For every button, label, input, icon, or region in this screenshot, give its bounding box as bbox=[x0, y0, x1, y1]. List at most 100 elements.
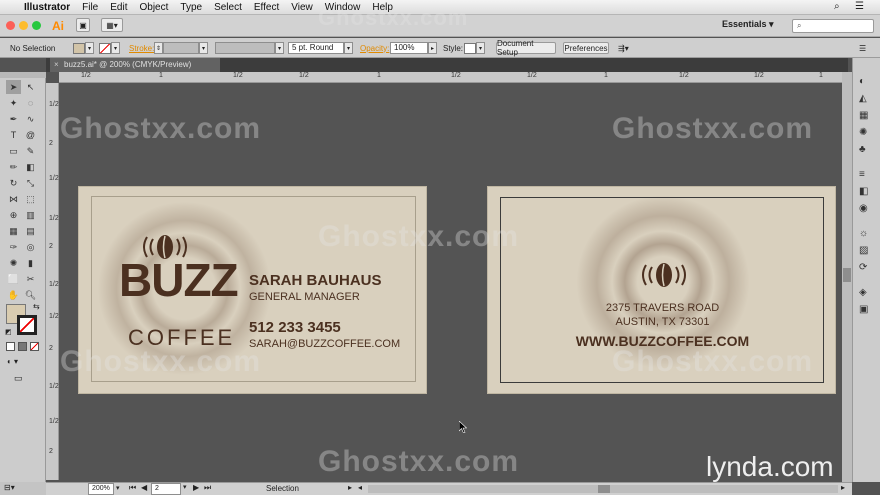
stroke-weight-control[interactable]: ⇕ ▾ bbox=[154, 41, 208, 55]
scrollbar-thumb[interactable] bbox=[598, 485, 610, 493]
appearance-panel-icon[interactable]: ☼ bbox=[859, 228, 868, 239]
spotlight-search-icon[interactable]: ⌕ bbox=[834, 1, 840, 12]
menu-select[interactable]: Select bbox=[214, 2, 242, 13]
artboard-dropdown-icon[interactable]: ▾ bbox=[183, 483, 187, 491]
drawing-mode-icon[interactable]: ◐ ▾ bbox=[7, 357, 18, 366]
free-transform-tool-icon[interactable]: ⬚ bbox=[23, 192, 38, 206]
workspace-switcher[interactable]: Essentials ▾ bbox=[722, 19, 774, 30]
artboards-panel-icon[interactable]: ▣ bbox=[859, 304, 868, 315]
variable-width-dropdown[interactable]: ▾ bbox=[275, 42, 284, 54]
stroke-box[interactable] bbox=[17, 315, 37, 335]
gradient-panel-icon[interactable]: ◧ bbox=[859, 186, 868, 197]
scroll-left-icon[interactable]: ◂ bbox=[358, 483, 362, 492]
selection-tool-icon[interactable]: ➤ bbox=[6, 80, 21, 94]
curvature-tool-icon[interactable]: ∿ bbox=[23, 112, 38, 126]
artboard-number-field[interactable]: 2 bbox=[151, 483, 181, 495]
screen-mode-icon[interactable]: ▭ bbox=[14, 373, 23, 384]
menu-type[interactable]: Type bbox=[180, 2, 202, 13]
swap-fill-stroke-icon[interactable]: ⇆ bbox=[33, 302, 40, 311]
business-card-front[interactable]: BUZZ COFFEE SARAH BAUHAUS GENERAL MANAGE… bbox=[78, 186, 427, 394]
menu-view[interactable]: View bbox=[291, 2, 313, 13]
arrange-icon[interactable]: ⇶▾ bbox=[618, 41, 629, 55]
blend-tool-icon[interactable]: ◎ bbox=[23, 240, 38, 254]
gradient-tool-icon[interactable]: ▤ bbox=[23, 224, 38, 238]
opacity-label[interactable]: Opacity: bbox=[360, 41, 389, 55]
opacity-field[interactable]: 100% bbox=[390, 42, 428, 54]
menu-window[interactable]: Window bbox=[325, 2, 361, 13]
next-artboard-icon[interactable]: ▶ bbox=[193, 483, 199, 492]
transform-panel-icon[interactable]: ⟳ bbox=[859, 262, 868, 273]
lasso-tool-icon[interactable]: ◌ bbox=[23, 96, 38, 110]
variable-width-field[interactable] bbox=[215, 42, 275, 54]
variable-width-profile[interactable]: ▾ bbox=[215, 41, 284, 55]
menu-object[interactable]: Object bbox=[139, 2, 168, 13]
vertical-ruler[interactable]: 1/2 2 1/2 1/2 2 1/2 1/2 2 1/2 1/2 2 bbox=[46, 83, 59, 480]
stroke-weight-field[interactable] bbox=[163, 42, 199, 54]
spiral-tool-icon[interactable]: @ bbox=[23, 128, 38, 142]
slice-tool-icon[interactable]: ✂ bbox=[23, 272, 38, 286]
pen-tool-icon[interactable]: ✒ bbox=[6, 112, 21, 126]
horizontal-ruler[interactable]: 1/2 1 1/2 1/2 1 1/2 1/2 1 1/2 1/2 1 bbox=[59, 72, 842, 83]
fill-swatch[interactable] bbox=[73, 42, 85, 54]
notification-list-icon[interactable]: ☰ bbox=[855, 1, 864, 12]
color-icon[interactable] bbox=[6, 342, 15, 351]
hand-tool-icon[interactable]: ✋ bbox=[6, 288, 21, 302]
brush-field[interactable]: 5 pt. Round bbox=[288, 42, 344, 54]
mesh-tool-icon[interactable]: ▦ bbox=[6, 224, 21, 238]
fill-color-control[interactable]: ▾ bbox=[73, 41, 94, 55]
previous-artboard-icon[interactable]: ◀ bbox=[141, 483, 147, 492]
paintbrush-tool-icon[interactable]: ✎ bbox=[23, 144, 38, 158]
brushes-panel-icon[interactable]: ✺ bbox=[859, 127, 868, 138]
menu-file[interactable]: File bbox=[82, 2, 98, 13]
graphic-styles-icon[interactable]: ▨ bbox=[859, 245, 868, 256]
window-close-button[interactable] bbox=[6, 21, 15, 30]
tools-panel-header[interactable] bbox=[0, 72, 46, 78]
column-graph-tool-icon[interactable]: ▮ bbox=[23, 256, 38, 270]
document-setup-button[interactable]: Document Setup bbox=[496, 39, 556, 57]
vertical-scrollbar[interactable] bbox=[842, 72, 852, 482]
menu-effect[interactable]: Effect bbox=[254, 2, 279, 13]
type-tool-icon[interactable]: T bbox=[6, 128, 21, 142]
window-zoom-button[interactable] bbox=[32, 21, 41, 30]
window-minimize-button[interactable] bbox=[19, 21, 28, 30]
scroll-right-icon[interactable]: ▸ bbox=[841, 483, 845, 492]
shape-builder-tool-icon[interactable]: ⊕ bbox=[6, 208, 21, 222]
opacity-dropdown[interactable]: ▸ bbox=[428, 42, 437, 54]
zoom-dropdown-icon[interactable]: ▾ bbox=[116, 484, 120, 492]
search-help-input[interactable]: ⌕ bbox=[792, 19, 874, 33]
menu-app-name[interactable]: Illustrator bbox=[24, 2, 70, 13]
zoom-tool-icon[interactable]: 🔍︎ bbox=[23, 288, 38, 302]
menu-edit[interactable]: Edit bbox=[110, 2, 127, 13]
bridge-icon[interactable]: ▣ bbox=[76, 18, 90, 32]
panel-toggle-icon[interactable]: ⊟▾ bbox=[4, 483, 15, 492]
eyedropper-tool-icon[interactable]: ✑ bbox=[6, 240, 21, 254]
menu-help[interactable]: Help bbox=[372, 2, 393, 13]
opacity-control[interactable]: 100% ▸ bbox=[390, 41, 437, 55]
preferences-button[interactable]: Preferences bbox=[563, 42, 609, 54]
perspective-grid-tool-icon[interactable]: ▥ bbox=[23, 208, 38, 222]
document-tab[interactable]: × buzz5.ai* @ 200% (CMYK/Preview) bbox=[50, 58, 220, 72]
close-tab-icon[interactable]: × bbox=[54, 58, 59, 72]
rotate-tool-icon[interactable]: ↻ bbox=[6, 176, 21, 190]
symbols-panel-icon[interactable]: ♣ bbox=[859, 144, 868, 155]
stroke-color-control[interactable]: ▾ bbox=[99, 41, 120, 55]
rectangle-tool-icon[interactable]: ▭ bbox=[6, 144, 21, 158]
stroke-dropdown[interactable]: ▾ bbox=[111, 42, 120, 54]
stroke-weight-stepper[interactable]: ⇕ bbox=[154, 42, 163, 54]
stroke-label[interactable]: Stroke: bbox=[129, 41, 154, 55]
width-tool-icon[interactable]: ⋈ bbox=[6, 192, 21, 206]
artboard-tool-icon[interactable]: ⬜ bbox=[6, 272, 21, 286]
none-icon[interactable] bbox=[30, 342, 39, 351]
horizontal-scrollbar[interactable] bbox=[368, 485, 838, 493]
graphic-style-swatch[interactable] bbox=[464, 42, 476, 54]
scale-tool-icon[interactable]: ⤡ bbox=[23, 176, 38, 190]
transparency-panel-icon[interactable]: ◉ bbox=[859, 203, 868, 214]
eraser-tool-icon[interactable]: ◧ bbox=[23, 160, 38, 174]
first-artboard-icon[interactable]: ⏮ bbox=[129, 483, 136, 493]
symbol-sprayer-tool-icon[interactable]: ✺ bbox=[6, 256, 21, 270]
stroke-panel-icon[interactable]: ≡ bbox=[859, 169, 868, 180]
stroke-weight-dropdown[interactable]: ▾ bbox=[199, 42, 208, 54]
last-artboard-icon[interactable]: ⏭ bbox=[204, 483, 211, 493]
panel-menu-icon[interactable]: ☰ bbox=[859, 41, 866, 55]
zoom-level-field[interactable]: 200% bbox=[88, 483, 114, 495]
